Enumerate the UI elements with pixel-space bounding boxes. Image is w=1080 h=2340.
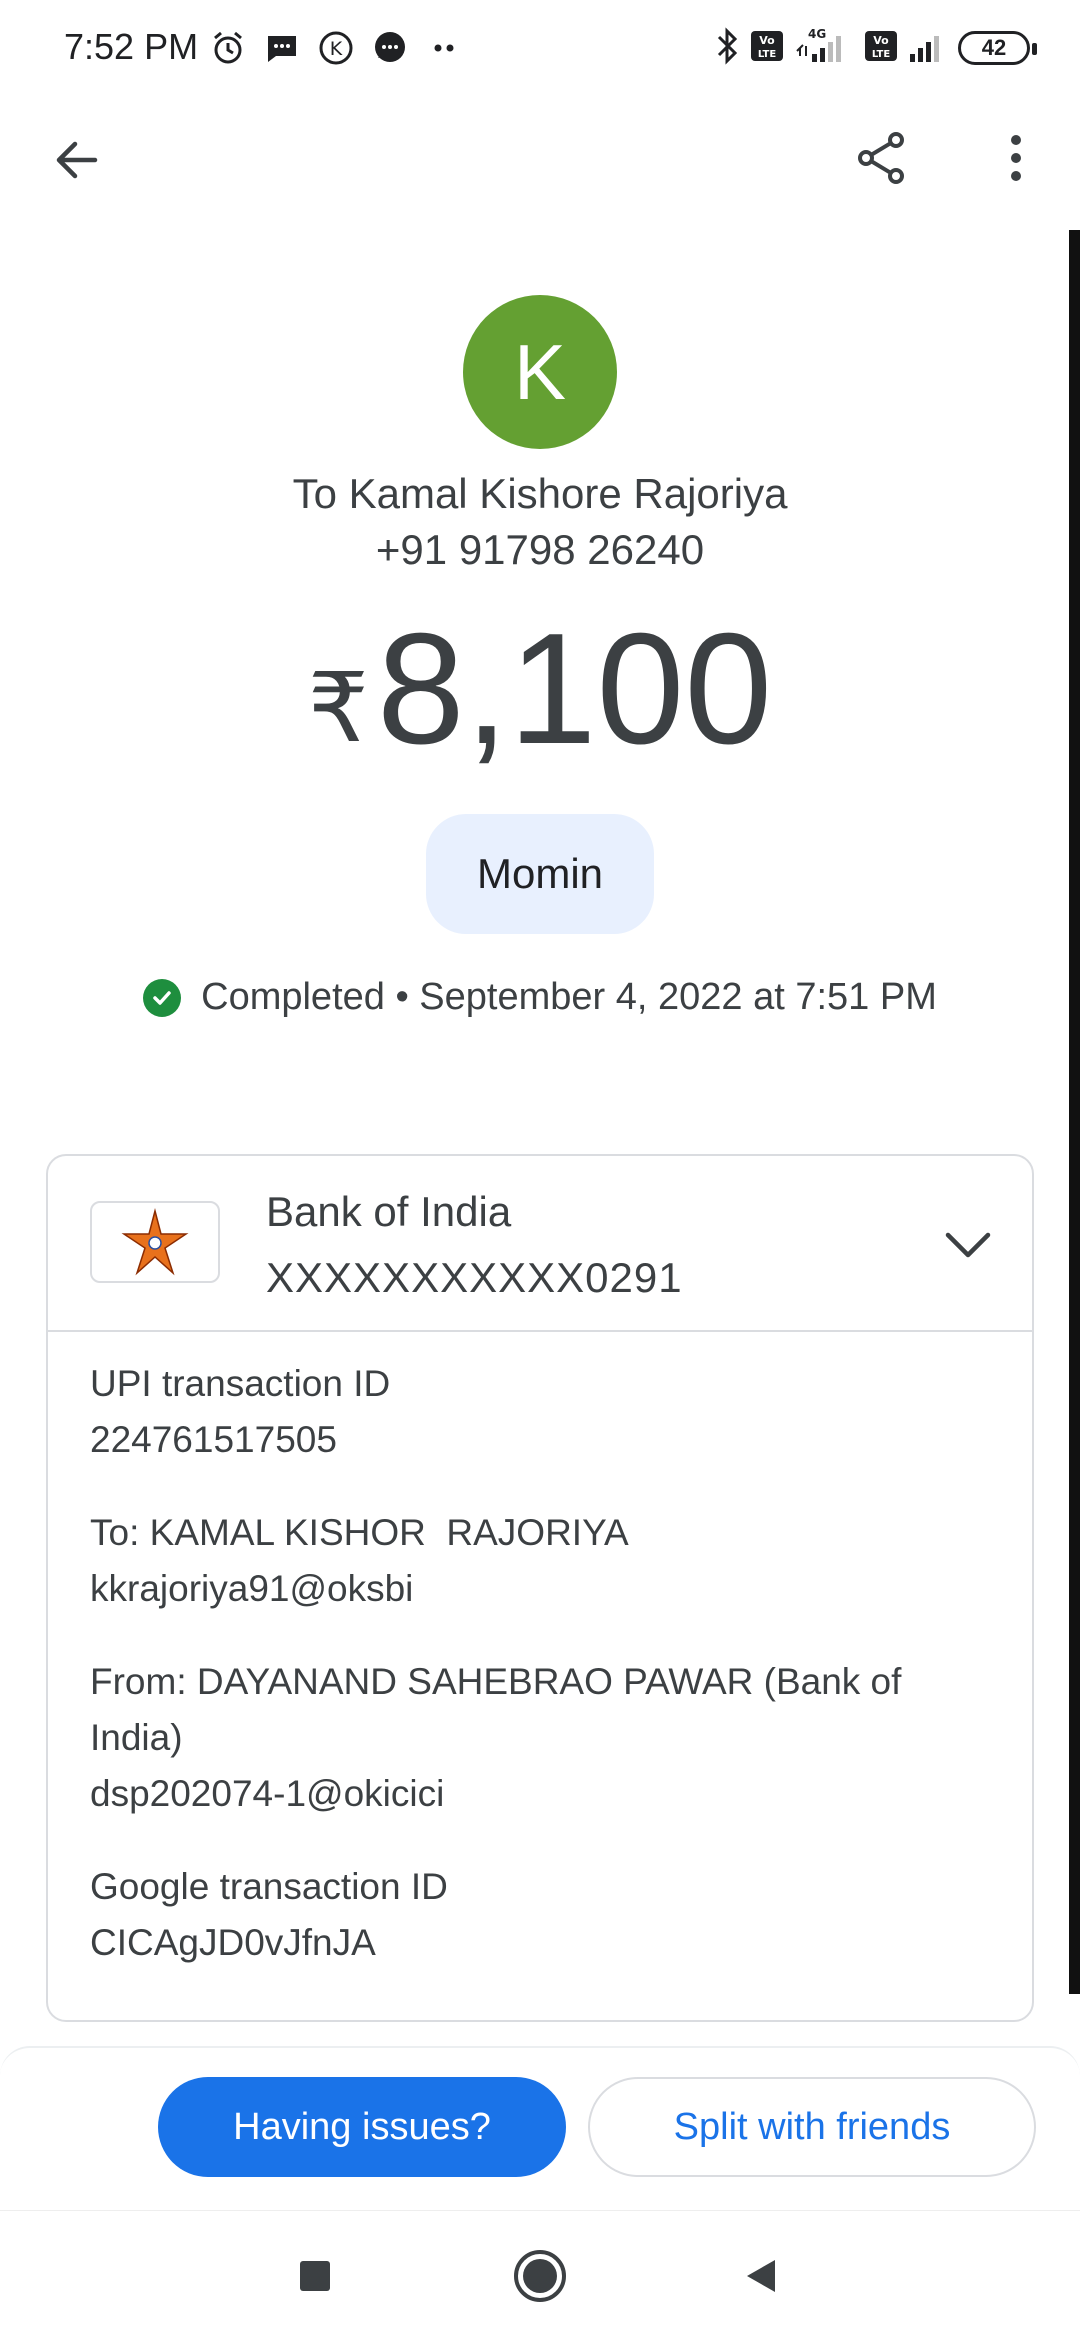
svg-text:K: K	[330, 38, 343, 60]
sender-details: From: DAYANAND SAHEBRAO PAWAR (Bank of I…	[90, 1654, 990, 1822]
payee-phone: +91 91798 26240	[375, 526, 705, 573]
upi-id-value: 224761517505	[90, 1419, 337, 1460]
back-arrow-icon	[56, 141, 98, 179]
currency-symbol: ₹	[307, 655, 369, 762]
svg-text:Vo: Vo	[759, 34, 775, 47]
share-button[interactable]	[842, 118, 922, 198]
recipient-label: To: KAMAL KISHOR RAJORIYA	[90, 1512, 629, 1553]
payment-status: Completed • September 4, 2022 at 7:51 PM	[0, 976, 1080, 1019]
svg-text:Vo: Vo	[873, 34, 889, 47]
google-transaction-id: Google transaction ID CICAgJD0vJfnJA	[90, 1859, 448, 1971]
upi-transaction-id: UPI transaction ID 224761517505	[90, 1356, 390, 1468]
google-id-label: Google transaction ID	[90, 1866, 448, 1907]
sender-upi: dsp202074-1@okicici	[90, 1773, 445, 1814]
more-dots-icon	[424, 28, 464, 68]
payment-note: Momin	[426, 814, 654, 934]
status-time: 7:52 PM	[64, 26, 199, 67]
payment-amount: ₹ 8,100	[0, 610, 1080, 768]
more-options-button[interactable]	[976, 118, 1056, 198]
expand-button[interactable]	[928, 1204, 1008, 1284]
recents-square-icon	[300, 2261, 330, 2291]
back-triangle-icon	[747, 2260, 775, 2292]
home-circle-icon	[514, 2250, 566, 2302]
status-bar: 7:52 PM K Vo LTE 4G Vo LTE 42	[0, 0, 1080, 96]
google-id-value: CICAgJD0vJfnJA	[90, 1922, 376, 1963]
system-nav-bar	[0, 2210, 1080, 2340]
avatar: K	[463, 295, 617, 449]
amount-value: 8,100	[376, 601, 773, 777]
bank-logo	[90, 1201, 220, 1283]
battery-icon: 42	[958, 31, 1037, 65]
recipient-upi: kkrajoriya91@oksbi	[90, 1568, 414, 1609]
alarm-icon	[208, 28, 248, 68]
recents-button[interactable]	[270, 2231, 360, 2321]
top-app-bar	[0, 96, 1080, 212]
bank-account-number: XXXXXXXXXXX0291	[266, 1254, 683, 1301]
chevron-down-icon	[945, 1232, 991, 1258]
home-button[interactable]	[495, 2231, 585, 2321]
bank-name: Bank of India	[266, 1188, 512, 1235]
split-with-friends-button[interactable]: Split with friends	[588, 2077, 1036, 2177]
transaction-details-card: Bank of India XXXXXXXXXXX0291 UPI transa…	[46, 1154, 1034, 2022]
k-app-icon: K	[316, 28, 356, 68]
signal-4g-icon: 4G	[794, 26, 854, 71]
upi-id-label: UPI transaction ID	[90, 1363, 391, 1404]
share-icon	[858, 132, 904, 184]
having-issues-button[interactable]: Having issues?	[158, 2077, 566, 2177]
volte-icon: Vo LTE	[864, 29, 898, 68]
check-circle-icon	[143, 978, 182, 1017]
svg-text:LTE: LTE	[758, 49, 777, 60]
system-icons: Vo LTE 4G Vo LTE 42	[714, 24, 1037, 72]
notification-icons: K	[208, 26, 464, 70]
sender-label: From: DAYANAND SAHEBRAO PAWAR (Bank of I…	[90, 1661, 902, 1758]
back-button[interactable]	[36, 120, 116, 200]
status-text: Completed • September 4, 2022 at 7:51 PM	[201, 976, 937, 1018]
svg-text:LTE: LTE	[872, 49, 891, 60]
svg-text:4G: 4G	[808, 27, 826, 41]
nav-back-button[interactable]	[716, 2231, 806, 2321]
message-icon	[262, 28, 302, 68]
signal-icon	[908, 26, 948, 71]
bluetooth-icon	[714, 26, 740, 71]
chat-icon	[370, 28, 410, 68]
recipient-details: To: KAMAL KISHOR RAJORIYA kkrajoriya91@o…	[90, 1505, 629, 1617]
volte-icon: Vo LTE	[750, 29, 784, 68]
more-vert-icon	[1011, 135, 1021, 181]
bank-account-row[interactable]: Bank of India XXXXXXXXXXX0291	[48, 1156, 1032, 1332]
payee-name: To Kamal Kishore Rajoriya	[292, 470, 788, 517]
